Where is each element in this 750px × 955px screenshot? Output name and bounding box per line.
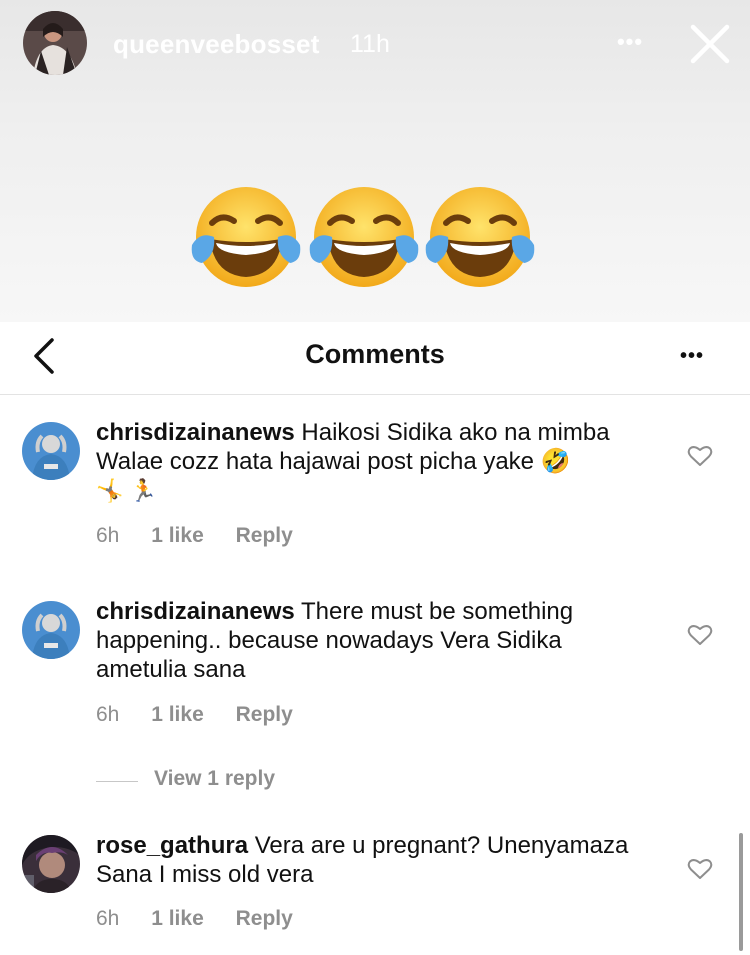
comment-body: chrisdizainanews There must be something… (96, 597, 656, 684)
heart-icon[interactable] (687, 857, 713, 881)
story-avatar[interactable] (23, 11, 87, 75)
view-replies-button[interactable]: View 1 reply (96, 767, 356, 797)
heart-icon[interactable] (687, 444, 713, 468)
story-timestamp: 11h (350, 30, 390, 58)
comment-username[interactable]: chrisdizainanews (96, 419, 295, 446)
comment-likes[interactable]: 1 like (151, 524, 204, 547)
comment-likes[interactable]: 1 like (151, 907, 204, 930)
more-icon[interactable]: ••• (668, 336, 716, 376)
comments-header: Comments ••• (0, 322, 750, 395)
comment-likes[interactable]: 1 like (151, 703, 204, 726)
comment-body: rose_gathura Vera are u pregnant? Unenya… (96, 831, 656, 889)
story-viewer: queenveebosset 11h ••• (0, 0, 750, 322)
comment-meta: 6h 1 like Reply (96, 703, 319, 727)
story-emoji-row (190, 183, 540, 295)
reply-button[interactable]: Reply (236, 907, 293, 930)
comment-username[interactable]: rose_gathura (96, 832, 248, 859)
comment-body: chrisdizainanews Haikosi Sidika ako na m… (96, 418, 656, 505)
story-username[interactable]: queenveebosset (113, 29, 320, 60)
page-title: Comments (305, 339, 445, 369)
comment-username[interactable]: chrisdizainanews (96, 598, 295, 625)
view-replies-label[interactable]: View 1 reply (154, 767, 275, 791)
tears-of-joy-emoji (424, 183, 536, 295)
heart-icon[interactable] (687, 623, 713, 647)
comment-meta: 6h 1 like Reply (96, 524, 319, 548)
scrollbar[interactable] (739, 833, 743, 951)
comment-meta: 6h 1 like Reply (96, 907, 319, 931)
avatar[interactable] (22, 422, 80, 480)
comment-emoji: 🤸 🏃 (96, 478, 157, 503)
reply-button[interactable]: Reply (236, 703, 293, 726)
tears-of-joy-emoji (190, 183, 302, 295)
comment-time: 6h (96, 703, 120, 726)
avatar[interactable] (22, 835, 80, 893)
close-icon[interactable] (686, 20, 734, 68)
more-icon[interactable]: ••• (610, 20, 650, 64)
reply-button[interactable]: Reply (236, 524, 293, 547)
comment-time: 6h (96, 524, 120, 547)
comment-time: 6h (96, 907, 120, 930)
replies-divider (96, 781, 138, 782)
avatar[interactable] (22, 601, 80, 659)
tears-of-joy-emoji (308, 183, 420, 295)
